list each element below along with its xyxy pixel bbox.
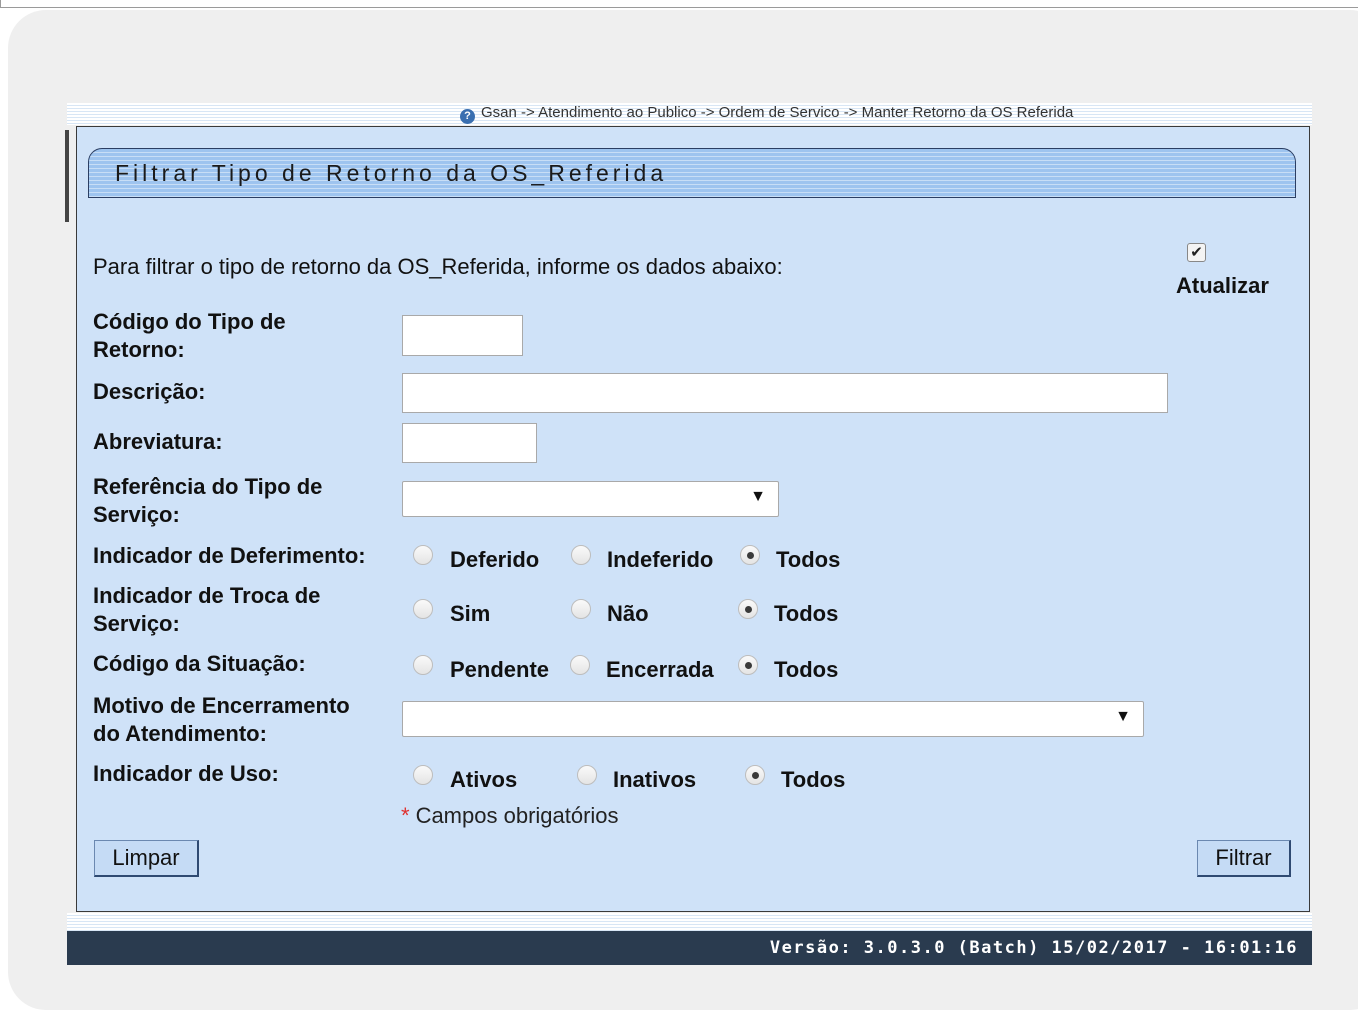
abreviatura-input[interactable]: [402, 423, 537, 463]
referencia-tipo-servico-label: Referência do Tipo de Serviço:: [93, 473, 322, 529]
radio-ativos[interactable]: [413, 765, 433, 785]
chevron-down-icon: ▼: [750, 488, 766, 505]
clear-button[interactable]: Limpar: [94, 840, 199, 877]
label-line: Código do Tipo de: [93, 309, 286, 334]
required-asterisk: *: [401, 803, 410, 828]
radio-label: Deferido: [450, 547, 540, 572]
side-divider: [65, 130, 69, 222]
label-line: do Atendimento:: [93, 721, 267, 746]
codigo-tipo-retorno-input[interactable]: [402, 315, 523, 356]
label-line: Indicador de Troca de: [93, 583, 321, 608]
update-label: Atualizar: [1176, 273, 1269, 298]
label-line: Retorno:: [93, 337, 185, 362]
radio-todos[interactable]: [738, 599, 758, 619]
label-line: Motivo de Encerramento: [93, 693, 350, 718]
form-title: Filtrar Tipo de Retorno da OS_Referida: [115, 160, 668, 186]
filter-button[interactable]: Filtrar: [1197, 840, 1291, 877]
radio-nao[interactable]: [571, 599, 591, 619]
descricao-label: Descrição:: [93, 379, 206, 404]
motivo-encerramento-select[interactable]: ▼: [402, 701, 1144, 737]
descricao-input[interactable]: [402, 373, 1168, 413]
referencia-tipo-servico-select[interactable]: ▼: [402, 481, 779, 517]
radio-deferido[interactable]: [413, 545, 433, 565]
abreviatura-label: Abreviatura:: [93, 429, 223, 454]
help-icon[interactable]: ?: [460, 109, 475, 124]
required-note: * Campos obrigatórios: [401, 803, 619, 829]
indicador-uso-label: Indicador de Uso:: [93, 761, 279, 786]
breadcrumb: ? Gsan -> Atendimento ao Publico -> Ordem…: [460, 104, 1073, 124]
version-footer: Versão: 3.0.3.0 (Batch) 15/02/2017 - 16:…: [67, 931, 1312, 965]
motivo-encerramento-label: Motivo de Encerramento do Atendimento:: [93, 692, 350, 748]
label-line: Referência do Tipo de: [93, 474, 323, 499]
window-top-border: [0, 0, 1358, 8]
radio-label: Todos: [774, 657, 839, 682]
radio-label: Todos: [774, 601, 839, 626]
radio-indeferido[interactable]: [571, 545, 591, 565]
radio-label: Ativos: [450, 767, 518, 792]
update-checkbox[interactable]: ✔: [1187, 243, 1206, 262]
radio-todos[interactable]: [738, 655, 758, 675]
radio-label: Indeferido: [607, 547, 714, 572]
radio-sim[interactable]: [413, 599, 433, 619]
radio-label: Inativos: [613, 767, 697, 792]
radio-label: Encerrada: [606, 657, 714, 682]
form-instructions: Para filtrar o tipo de retorno da OS_Ref…: [93, 254, 783, 279]
radio-label: Não: [607, 601, 649, 626]
codigo-tipo-retorno-label: Código do Tipo de Retorno:: [93, 308, 286, 364]
radio-todos[interactable]: [745, 765, 765, 785]
chevron-down-icon: ▼: [1115, 708, 1131, 725]
breadcrumb-text: Gsan -> Atendimento ao Publico -> Ordem …: [481, 104, 1074, 121]
radio-todos[interactable]: [740, 545, 760, 565]
radio-label: Pendente: [450, 657, 550, 682]
radio-label: Todos: [776, 547, 841, 572]
radio-label: Todos: [781, 767, 846, 792]
label-line: Serviço:: [93, 502, 180, 527]
required-note-text: Campos obrigatórios: [415, 803, 619, 828]
label-line: Serviço:: [93, 611, 180, 636]
radio-inativos[interactable]: [577, 765, 597, 785]
indicador-troca-servico-label: Indicador de Troca de Serviço:: [93, 582, 320, 638]
footer-band: [67, 913, 1312, 931]
radio-encerrada[interactable]: [570, 655, 590, 675]
indicador-deferimento-label: Indicador de Deferimento:: [93, 543, 366, 568]
radio-label: Sim: [450, 601, 491, 626]
codigo-situacao-label: Código da Situação:: [93, 651, 306, 676]
radio-pendente[interactable]: [413, 655, 433, 675]
